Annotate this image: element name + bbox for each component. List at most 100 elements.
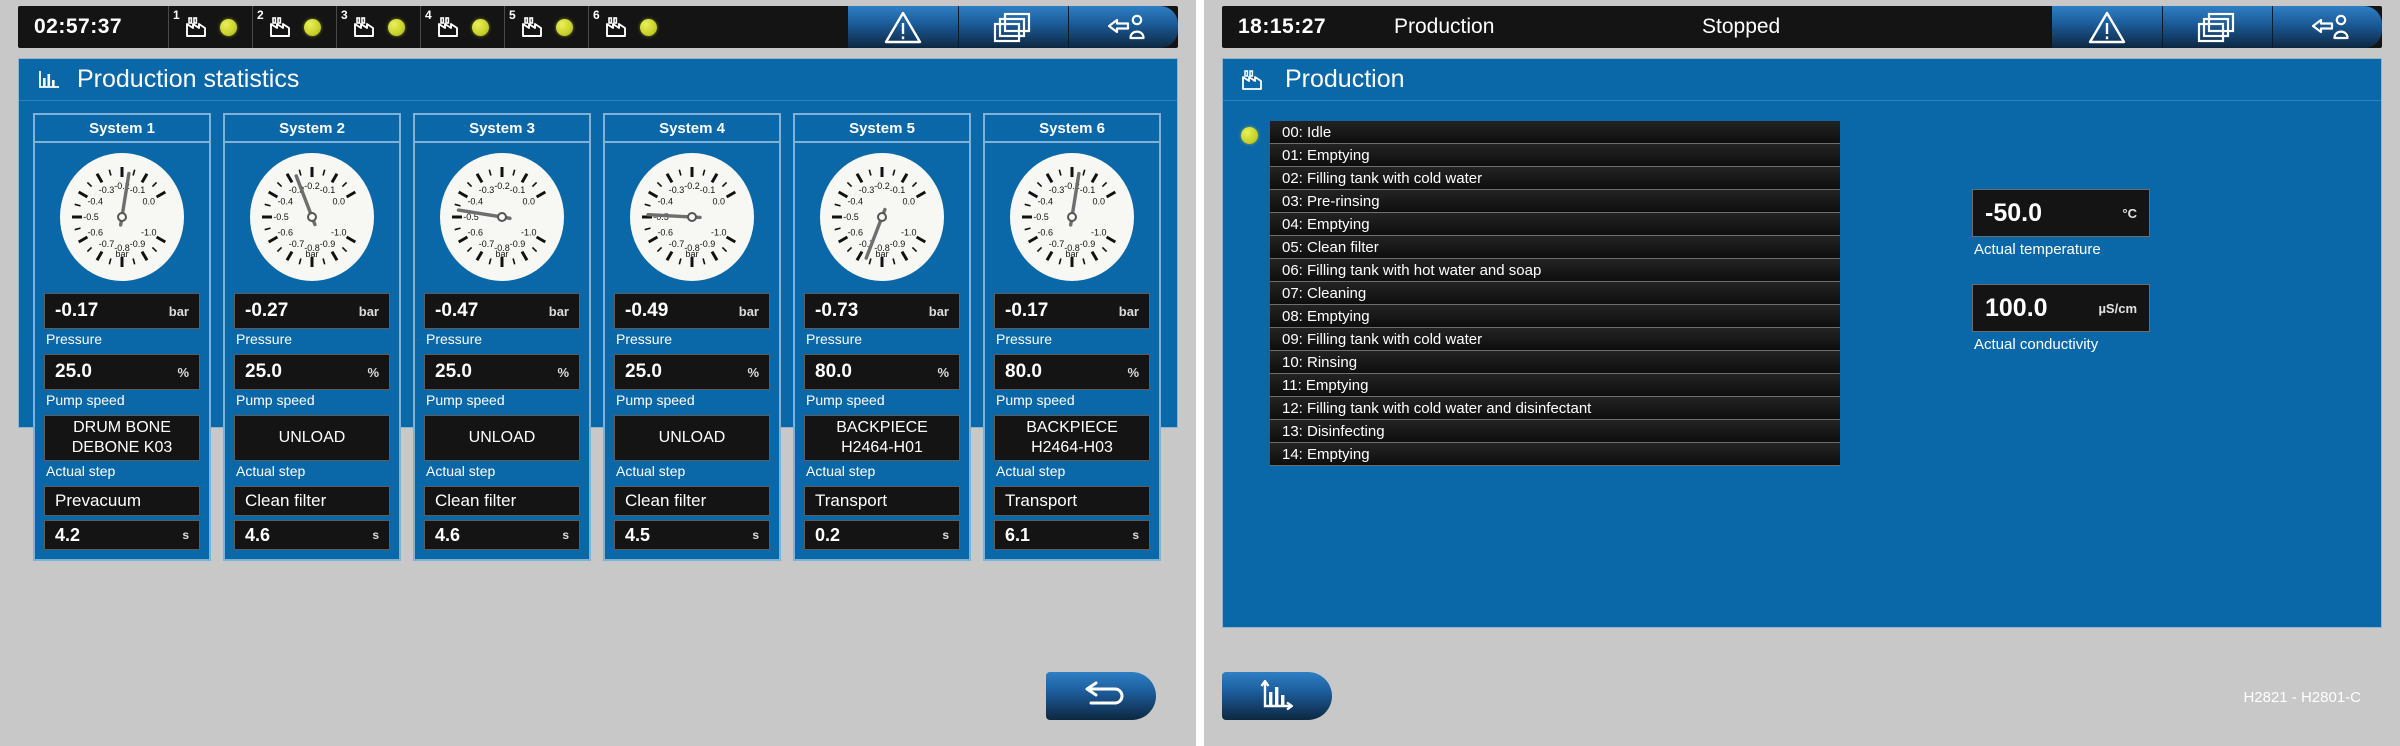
system-indicator-5[interactable]: 5 (504, 6, 588, 48)
statistics-button[interactable] (1222, 672, 1332, 720)
pressure-value: -0.49 (625, 300, 669, 321)
actual-step-label: Actual step (806, 463, 876, 479)
system-column-body: 0.0-0.1-0.2-0.3-0.4-0.5-0.6-0.7-0.8-0.9-… (225, 143, 399, 559)
screens-button[interactable] (2162, 6, 2272, 48)
pressure-value: -0.73 (815, 300, 859, 321)
pump-speed-value: 80.0 (815, 361, 852, 382)
recipe-line: DRUM BONE (73, 419, 171, 436)
alarm-button[interactable] (2052, 6, 2162, 48)
actual-step-value: Transport (815, 491, 888, 510)
system-indicator-2[interactable]: 2 (252, 6, 336, 48)
svg-text:-0.3: -0.3 (669, 185, 685, 195)
system-indicator-3[interactable]: 3 (336, 6, 420, 48)
system-indicator-1[interactable]: 1 (168, 6, 252, 48)
svg-text:bar: bar (1065, 249, 1078, 259)
pump-speed-field: 25.0% (424, 354, 580, 390)
factory-icon (604, 16, 634, 38)
svg-text:0.0: 0.0 (1093, 197, 1106, 207)
system-column-title: System 3 (415, 115, 589, 143)
pump-speed-label: Pump speed (806, 392, 885, 408)
step-list-item[interactable]: 03: Pre-rinsing (1270, 190, 1840, 213)
recipe-line: BACKPIECE (836, 419, 928, 436)
system-indicator-6[interactable]: 6 (588, 6, 672, 48)
actual-step-field: Clean filter (424, 486, 580, 516)
step-list-item[interactable]: 09: Filling tank with cold water (1270, 328, 1840, 351)
step-list-item[interactable]: 11: Emptying (1270, 374, 1840, 397)
screens-button[interactable] (958, 6, 1068, 48)
step-time-field: 4.5 s (614, 520, 770, 550)
system-column-body: 0.0-0.1-0.2-0.3-0.4-0.5-0.6-0.7-0.8-0.9-… (985, 143, 1159, 559)
step-time-unit: s (372, 528, 379, 542)
step-list-item[interactable]: 02: Filling tank with cold water (1270, 167, 1840, 190)
step-list-item[interactable]: 06: Filling tank with hot water and soap (1270, 259, 1840, 282)
svg-text:-0.2: -0.2 (494, 181, 510, 191)
meter-value: -50.0 (1985, 198, 2042, 227)
step-time-unit: s (752, 528, 759, 542)
pump-speed-field: 25.0% (234, 354, 390, 390)
svg-text:-1.0: -1.0 (331, 228, 347, 238)
step-list-item[interactable]: 13: Disinfecting (1270, 420, 1840, 443)
svg-text:-0.6: -0.6 (277, 228, 293, 238)
step-time-field: 6.1 s (994, 520, 1150, 550)
step-list-item[interactable]: 07: Cleaning (1270, 282, 1840, 305)
svg-text:-0.4: -0.4 (847, 197, 863, 207)
svg-text:-0.4: -0.4 (277, 197, 293, 207)
alarm-button[interactable] (848, 6, 958, 48)
step-list-item[interactable]: 10: Rinsing (1270, 351, 1840, 374)
pump-speed-unit: % (1127, 364, 1139, 380)
pump-speed-field: 25.0% (614, 354, 770, 390)
meter-label: Actual conductivity (1974, 336, 2099, 353)
svg-text:-0.5: -0.5 (83, 212, 99, 222)
logout-button[interactable] (1068, 6, 1178, 48)
pump-speed-label: Pump speed (236, 392, 315, 408)
system-indicator-strip: 1 2 3 4 5 6 (168, 6, 672, 48)
step-list-item[interactable]: 01: Emptying (1270, 144, 1840, 167)
step-list-item[interactable]: 05: Clean filter (1270, 236, 1840, 259)
step-list-item[interactable]: 12: Filling tank with cold water and dis… (1270, 397, 1840, 420)
system-column-title: System 2 (225, 115, 399, 143)
svg-text:-0.4: -0.4 (657, 197, 673, 207)
right-screen: 18:15:27 Production Stopped Production 0… (1204, 0, 2400, 746)
pump-speed-value: 25.0 (435, 361, 472, 382)
pressure-gauge-dial: 0.0-0.1-0.2-0.3-0.4-0.5-0.6-0.7-0.8-0.9-… (250, 153, 374, 281)
step-list-item[interactable]: 14: Emptying (1270, 443, 1840, 466)
back-button[interactable] (1046, 672, 1156, 720)
step-list-item-label: 00: Idle (1282, 123, 1332, 141)
svg-text:bar: bar (875, 249, 888, 259)
step-list-item[interactable]: 08: Emptying (1270, 305, 1840, 328)
pressure-unit: bar (928, 303, 949, 319)
system-indicator-4[interactable]: 4 (420, 6, 504, 48)
svg-text:-0.6: -0.6 (1037, 228, 1053, 238)
meter-field: -50.0 °C (1972, 189, 2150, 237)
step-list-item-label: 08: Emptying (1282, 307, 1370, 325)
actual-step-field: Transport (804, 486, 960, 516)
svg-text:-0.1: -0.1 (890, 185, 906, 195)
pressure-value-field: -0.17 bar (994, 293, 1150, 329)
system-column: System 3 0.0 -0.1 -0.2 -0.3 -0.4 -0.5 -0.6 -0.7-… (413, 113, 591, 561)
step-list-area: 00: Idle 01: Emptying 02: Filling tank wit… (1241, 121, 1840, 466)
system-number: 4 (425, 8, 432, 22)
svg-text:-0.1: -0.1 (700, 185, 716, 195)
step-list-item[interactable]: 04: Emptying (1270, 213, 1840, 236)
recipe-line: BACKPIECE (1026, 419, 1118, 436)
svg-text:-0.9: -0.9 (1080, 239, 1096, 249)
recipe-field: UNLOAD (614, 415, 770, 461)
pump-speed-label: Pump speed (616, 392, 695, 408)
pump-speed-value: 25.0 (245, 361, 282, 382)
meter-field: 100.0 µS/cm (1972, 284, 2150, 332)
svg-text:bar: bar (495, 249, 508, 259)
actual-step-label: Actual step (236, 463, 306, 479)
pump-speed-unit: % (177, 364, 189, 380)
step-list-item-label: 11: Emptying (1282, 376, 1369, 394)
recipe-field: DRUM BONE DEBONE K03 (44, 415, 200, 461)
step-list-item[interactable]: 00: Idle (1270, 121, 1840, 144)
step-time-value: 4.6 (245, 524, 271, 545)
svg-text:-0.6: -0.6 (657, 228, 673, 238)
step-list-item-label: 07: Cleaning (1282, 284, 1367, 302)
pressure-gauge-dial: 0.0-0.1-0.2-0.3-0.4-0.5-0.6-0.7-0.8-0.9-… (60, 153, 184, 281)
factory-icon (184, 16, 214, 38)
step-list-item-label: 09: Filling tank with cold water (1282, 330, 1483, 348)
logout-button[interactable] (2272, 6, 2382, 48)
factory-icon (268, 16, 298, 38)
